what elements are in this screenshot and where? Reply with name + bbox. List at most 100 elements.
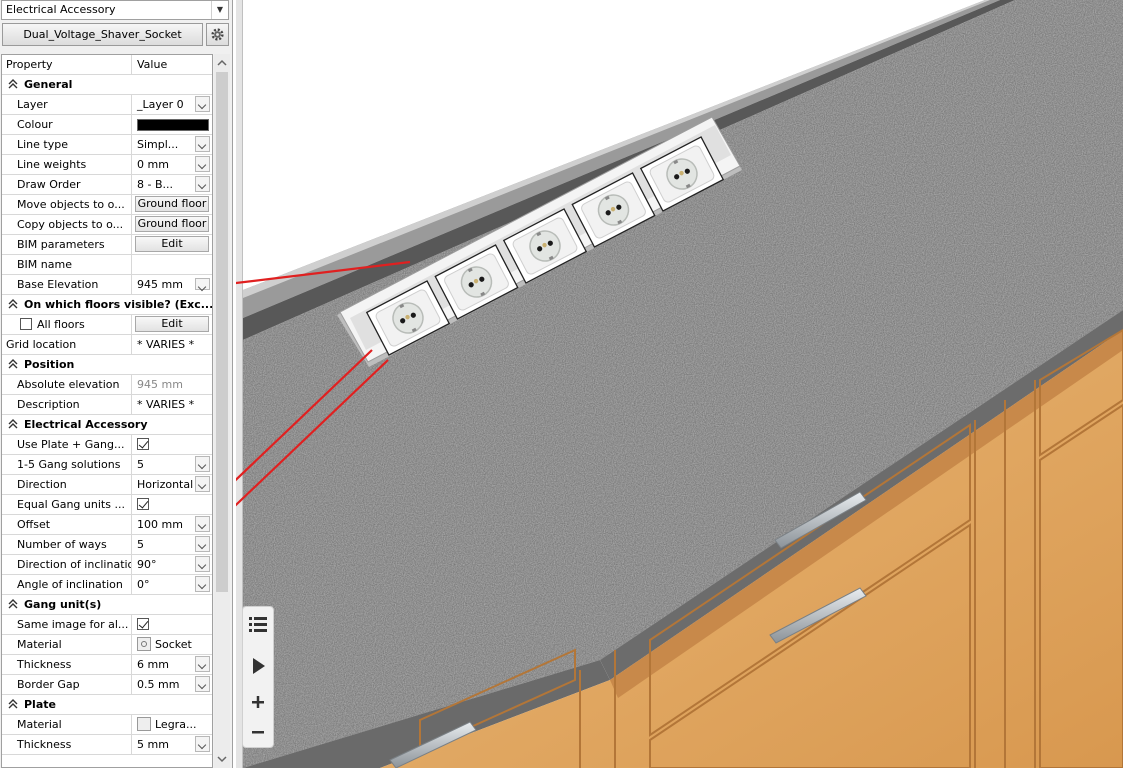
checkbox[interactable]	[137, 438, 149, 450]
chevron-down-icon[interactable]	[195, 736, 210, 752]
property-value-cell[interactable]: 90°	[133, 555, 212, 574]
value-button[interactable]: Edit	[135, 236, 209, 252]
property-row[interactable]: Move objects to o... Ground floor	[2, 195, 212, 215]
property-row[interactable]: Line weights 0 mm	[2, 155, 212, 175]
property-value[interactable]: 945 mm	[137, 378, 183, 391]
property-row[interactable]: Colour	[2, 115, 212, 135]
property-value-cell[interactable]: 0 mm	[133, 155, 212, 174]
object-type-button[interactable]: Dual_Voltage_Shaver_Socket	[2, 23, 203, 46]
property-value-cell[interactable]: 5	[133, 535, 212, 554]
chevron-down-icon[interactable]	[195, 136, 210, 152]
property-value-cell[interactable]: * VARIES *	[133, 395, 212, 414]
colour-swatch[interactable]	[137, 119, 209, 131]
material-icon[interactable]	[137, 717, 151, 731]
property-row[interactable]: Grid location * VARIES *	[2, 335, 212, 355]
property-value[interactable]: * VARIES *	[137, 398, 194, 411]
property-row[interactable]: Border Gap 0.5 mm	[2, 675, 212, 695]
property-row[interactable]: Line type Simpl...	[2, 135, 212, 155]
property-value[interactable]: * VARIES *	[137, 338, 194, 351]
property-row[interactable]: BIM name	[2, 255, 212, 275]
property-row[interactable]: Direction Horizontal	[2, 475, 212, 495]
zoom-in-icon[interactable]	[247, 691, 269, 713]
property-value-cell[interactable]: 945 mm	[133, 375, 212, 394]
property-value-cell[interactable]: 8 - B...	[133, 175, 212, 194]
chevron-down-icon[interactable]	[195, 516, 210, 532]
chevron-down-icon[interactable]	[195, 536, 210, 552]
property-row[interactable]: BIM parameters Edit	[2, 235, 212, 255]
property-value-cell[interactable]: Socket	[133, 635, 212, 654]
property-row[interactable]: Base Elevation 945 mm	[2, 275, 212, 295]
property-value-cell[interactable]: 5	[133, 455, 212, 474]
chevron-down-icon[interactable]	[195, 456, 210, 472]
section-header[interactable]: General	[2, 75, 212, 95]
property-value-cell[interactable]	[133, 255, 212, 274]
property-row[interactable]: 1-5 Gang solutions 5	[2, 455, 212, 475]
property-row[interactable]: Direction of inclination 90°	[2, 555, 212, 575]
property-row[interactable]: Layer _Layer 0	[2, 95, 212, 115]
property-value-cell[interactable]: 0.5 mm	[133, 675, 212, 694]
property-value-cell[interactable]: Ground floor	[133, 215, 212, 234]
property-value-cell[interactable]: 6 mm	[133, 655, 212, 674]
property-value-cell[interactable]: Edit	[133, 235, 212, 254]
value-button[interactable]: Ground floor	[135, 216, 209, 232]
property-value-cell[interactable]: Legra...	[133, 715, 212, 734]
property-row[interactable]: Material Legra...	[2, 715, 212, 735]
property-row[interactable]: Copy objects to o... Ground floor	[2, 215, 212, 235]
property-value-cell[interactable]: _Layer 0	[133, 95, 212, 114]
property-value-cell[interactable]: 0°	[133, 575, 212, 594]
value-button[interactable]: Edit	[135, 316, 209, 332]
list-icon[interactable]	[247, 613, 269, 635]
property-value-cell[interactable]	[133, 615, 212, 634]
property-row[interactable]: Description * VARIES *	[2, 395, 212, 415]
scrollbar-thumb[interactable]	[216, 72, 228, 592]
chevron-down-icon[interactable]	[195, 556, 210, 572]
checkbox[interactable]	[137, 618, 149, 630]
scroll-up-icon[interactable]	[217, 58, 227, 68]
spin-icon[interactable]	[195, 278, 210, 290]
checkbox[interactable]	[20, 318, 32, 330]
property-value-cell[interactable]: Simpl...	[133, 135, 212, 154]
scroll-down-icon[interactable]	[217, 754, 227, 764]
property-row[interactable]: Absolute elevation 945 mm	[2, 375, 212, 395]
property-value-cell[interactable]: Ground floor	[133, 195, 212, 214]
property-row[interactable]: Thickness 6 mm	[2, 655, 212, 675]
chevron-down-icon[interactable]	[195, 576, 210, 592]
chevron-down-icon[interactable]	[195, 176, 210, 192]
value-button[interactable]: Ground floor	[135, 196, 209, 212]
chevron-down-icon[interactable]	[195, 96, 210, 112]
zoom-out-icon[interactable]	[247, 721, 269, 743]
property-value-cell[interactable]: Edit	[133, 315, 212, 334]
property-value[interactable]: 945 mm	[137, 278, 183, 291]
play-icon[interactable]	[247, 655, 269, 677]
category-select[interactable]: Electrical Accessory ▼	[1, 0, 229, 20]
property-row[interactable]: Draw Order 8 - B...	[2, 175, 212, 195]
property-value-cell[interactable]: 945 mm	[133, 275, 212, 294]
property-row[interactable]: Same image for al...	[2, 615, 212, 635]
property-value-cell[interactable]: 5 mm	[133, 735, 212, 754]
property-row[interactable]: Use Plate + Gang...	[2, 435, 212, 455]
chevron-down-icon[interactable]	[195, 676, 210, 692]
3d-viewport[interactable]	[236, 0, 1123, 768]
property-row[interactable]: Number of ways 5	[2, 535, 212, 555]
property-row[interactable]: Material Socket	[2, 635, 212, 655]
section-header[interactable]: Plate	[2, 695, 212, 715]
chevron-down-icon[interactable]	[195, 656, 210, 672]
panel-scrollbar[interactable]	[214, 54, 230, 768]
section-header[interactable]: Position	[2, 355, 212, 375]
property-row[interactable]: All floors Edit	[2, 315, 212, 335]
chevron-down-icon[interactable]	[195, 476, 210, 492]
property-row[interactable]: Equal Gang units ...	[2, 495, 212, 515]
checkbox[interactable]	[137, 498, 149, 510]
chevron-down-icon[interactable]	[195, 156, 210, 172]
property-row[interactable]: Thickness 5 mm	[2, 735, 212, 755]
property-value-cell[interactable]: 100 mm	[133, 515, 212, 534]
property-value-cell[interactable]: Horizontal	[133, 475, 212, 494]
property-value-cell[interactable]	[133, 115, 212, 134]
settings-button[interactable]	[206, 23, 229, 46]
material-icon[interactable]	[137, 637, 151, 651]
property-value-cell[interactable]: * VARIES *	[133, 335, 212, 354]
property-value-cell[interactable]	[133, 435, 212, 454]
section-header[interactable]: Electrical Accessory	[2, 415, 212, 435]
section-header[interactable]: Gang unit(s)	[2, 595, 212, 615]
property-row[interactable]: Offset 100 mm	[2, 515, 212, 535]
